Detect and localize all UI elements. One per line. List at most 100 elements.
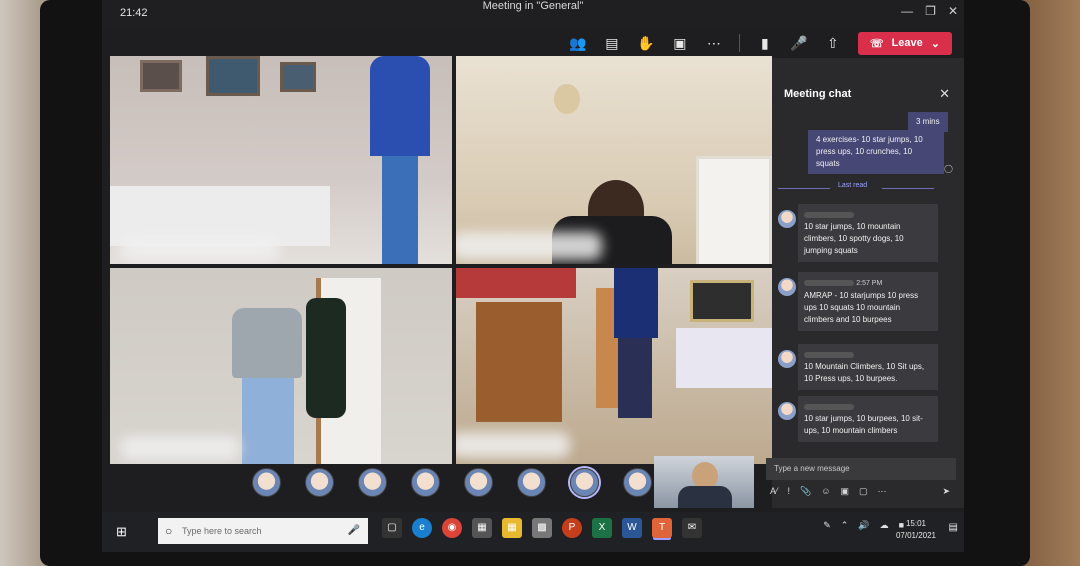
mic-icon[interactable]: 🎤 (348, 518, 360, 544)
message-body: 2:57 PM AMRAP - 10 starjumps 10 press up… (798, 272, 938, 331)
name-blur (804, 211, 854, 218)
participant-avatar[interactable] (252, 468, 281, 497)
compose-toolbar: A⁄ ! 📎 ☺ ▣ ▢ ⋯ ➤ (766, 482, 960, 500)
person (382, 156, 418, 264)
search-icon: ○ (165, 524, 173, 538)
store-icon[interactable]: ▦ (472, 518, 492, 538)
name-label-blur (120, 236, 280, 262)
notifications-icon[interactable]: ▤ (949, 522, 958, 533)
toolbar-divider (738, 34, 740, 52)
message-text: AMRAP - 10 starjumps 10 press ups 10 squ… (804, 291, 919, 324)
name-label-blur (456, 432, 570, 458)
picture-frame (690, 280, 754, 322)
clock[interactable]: 15:01 07/01/2021 (896, 518, 936, 542)
participant-avatar[interactable] (570, 468, 599, 497)
volume-icon[interactable]: 🔊 (858, 520, 869, 531)
camera-icon[interactable]: ▮ (756, 35, 774, 52)
excel-icon[interactable]: X (592, 518, 612, 538)
message-text: 10 star jumps, 10 burpees, 10 sit-ups, 1… (804, 414, 923, 435)
video-tile[interactable] (110, 268, 452, 464)
last-read-divider: Last read (778, 182, 948, 194)
teams-window: 21:42 Meeting in "General" — ❐ ✕ 👥 ▤ ✋ ▣… (102, 0, 964, 552)
search-placeholder: Type here to search (182, 526, 262, 536)
bed (676, 328, 772, 388)
avatar (778, 278, 796, 296)
chat-icon[interactable]: ▤ (603, 35, 621, 52)
attach-icon[interactable]: 📎 (800, 486, 811, 497)
onedrive-icon[interactable]: ☁ (880, 520, 889, 531)
meeting-chat-panel: Meeting chat ✕ 3 mins 4 exercises- 10 st… (772, 58, 964, 508)
edge-icon[interactable]: e (412, 518, 432, 538)
participant-gallery (252, 468, 652, 497)
video-tile[interactable] (456, 268, 772, 464)
wooden-shelf (476, 302, 562, 422)
participant-avatar[interactable] (411, 468, 440, 497)
avatar (778, 350, 796, 368)
maximize-icon[interactable]: ❐ (925, 4, 936, 18)
taskbar-date: 07/01/2021 (895, 531, 936, 540)
message-text: 10 Mountain Climbers, 10 Sit ups, 10 Pre… (804, 362, 925, 383)
person (232, 308, 302, 378)
participant-avatar[interactable] (517, 468, 546, 497)
gif-icon[interactable]: ▣ (840, 486, 849, 497)
word-icon[interactable]: W (622, 518, 642, 538)
send-icon[interactable]: ➤ (942, 486, 950, 497)
message-time: 2:57 PM (856, 280, 883, 287)
participant-avatar[interactable] (305, 468, 334, 497)
photos-icon[interactable]: ▩ (532, 518, 552, 538)
video-tile[interactable] (110, 56, 452, 264)
person (618, 338, 652, 418)
picture-frame (280, 62, 316, 92)
mic-icon[interactable]: 🎤 (790, 35, 808, 52)
self-view-video[interactable] (654, 456, 754, 508)
file-explorer-icon[interactable]: ▦ (502, 518, 522, 538)
minimize-icon[interactable]: — (901, 4, 913, 18)
my-message: 4 exercises- 10 star jumps, 10 press ups… (808, 130, 944, 174)
divider-line (882, 188, 934, 189)
participant-avatar[interactable] (358, 468, 387, 497)
avatar (778, 210, 796, 228)
chevron-down-icon[interactable]: ⌄ (931, 37, 940, 50)
close-icon[interactable]: ✕ (948, 4, 958, 18)
chevron-up-icon[interactable]: ⌃ (841, 520, 849, 531)
task-view-icon[interactable]: ▢ (382, 518, 402, 538)
participants-icon[interactable]: 👥 (569, 35, 587, 52)
last-read-label: Last read (838, 182, 868, 189)
participant-avatar[interactable] (464, 468, 493, 497)
raise-hand-icon[interactable]: ✋ (637, 35, 655, 52)
message-input[interactable]: Type a new message (766, 458, 956, 480)
person (614, 268, 658, 338)
taskbar-apps: ▢ e ◉ ▦ ▦ ▩ P X W T ✉ (382, 518, 702, 538)
taskbar-search[interactable]: ○ Type here to search 🎤 (158, 518, 368, 544)
leave-button[interactable]: ☏ Leave ⌄ (857, 31, 952, 55)
hanging-coat (306, 298, 346, 418)
system-tray: ✎ ⌃ 🔊 ☁ ■ (823, 520, 904, 531)
message-body: 10 Mountain Climbers, 10 Sit ups, 10 Pre… (798, 344, 938, 390)
teams-icon[interactable]: T (652, 518, 672, 538)
video-tile[interactable] (456, 56, 772, 264)
breakout-icon[interactable]: ▣ (671, 35, 689, 52)
share-icon[interactable]: ⇧ (824, 35, 842, 52)
name-label-blur (120, 436, 240, 460)
divider-line (778, 188, 830, 189)
ceiling-light (554, 84, 580, 114)
format-icon[interactable]: A⁄ (770, 486, 778, 496)
more-options-icon[interactable]: ⋯ (877, 486, 886, 497)
important-icon[interactable]: ! (788, 486, 791, 496)
powerpoint-icon[interactable]: P (562, 518, 582, 538)
name-label-blur (456, 232, 602, 260)
message-text: 10 star jumps, 10 mountain climbers, 10 … (804, 222, 904, 255)
picture-frame (206, 56, 260, 96)
pen-icon[interactable]: ✎ (823, 520, 831, 531)
video-grid (110, 56, 772, 464)
chrome-icon[interactable]: ◉ (442, 518, 462, 538)
mail-icon[interactable]: ✉ (682, 518, 702, 538)
emoji-icon[interactable]: ☺ (821, 486, 830, 496)
window-title: Meeting in "General" (482, 0, 584, 12)
sticker-icon[interactable]: ▢ (859, 486, 868, 497)
more-icon[interactable]: ⋯ (705, 35, 723, 52)
participant-avatar[interactable] (623, 468, 652, 497)
close-chat-icon[interactable]: ✕ (939, 86, 950, 102)
windows-start-icon[interactable]: ⊞ (116, 524, 127, 540)
windows-taskbar: ⊞ ○ Type here to search 🎤 ▢ e ◉ ▦ ▦ ▩ P … (102, 512, 964, 552)
